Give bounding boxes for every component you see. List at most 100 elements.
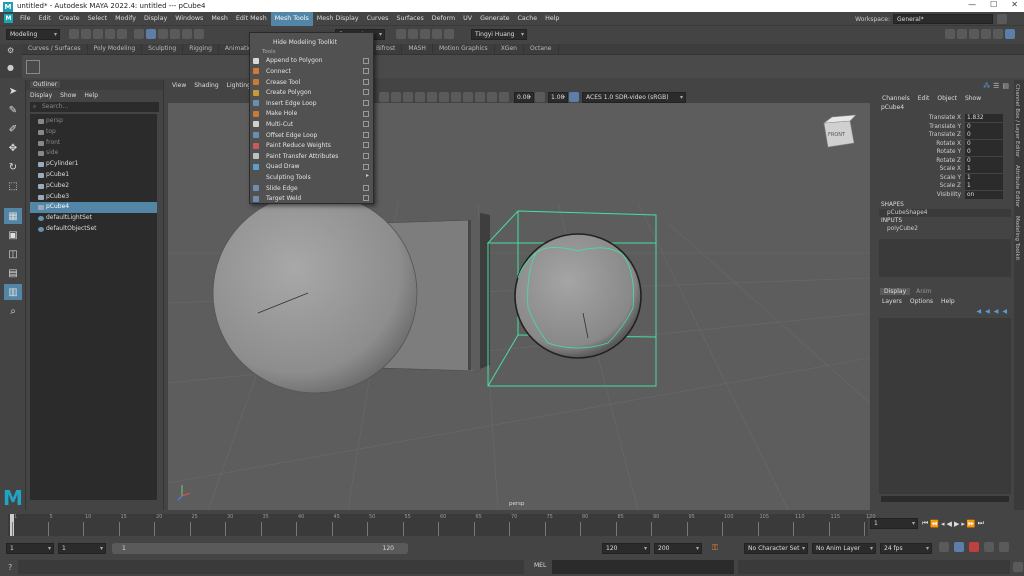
user-account-select[interactable]: Tingyi Huang [471,28,527,40]
cb-layer-icon[interactable]: ▤ [1002,82,1009,90]
scale-tool-icon[interactable]: ⬚ [4,178,22,194]
cb-attr-value[interactable]: 1 [965,165,1003,174]
sound-icon[interactable] [954,542,964,552]
menu-item-slide-edge[interactable]: Slide Edge [250,183,373,194]
play-forward-icon[interactable]: ▶ [954,520,959,528]
menu-help[interactable]: Help [541,12,563,26]
layout-single-icon[interactable]: ▦ [4,208,22,224]
outliner-item[interactable]: defaultObjectSet [30,224,157,235]
anim-prefs-icon[interactable] [984,542,994,552]
menu-item-append-to-polygon[interactable]: Append to Polygon [250,56,373,67]
cb-attr-name[interactable]: Rotate Z [877,158,965,164]
help-icon[interactable]: ? [8,563,12,572]
layer-new-empty-icon[interactable]: ◀ [977,308,982,315]
step-forward-frame-icon[interactable]: ▸ [961,520,965,528]
menu-item-connect[interactable]: Connect [250,66,373,77]
tab-display[interactable]: Display [880,287,911,295]
layer-move-up-icon[interactable]: ◀ [994,308,999,315]
cb-attr-name[interactable]: Rotate Y [877,149,965,155]
cb-attr-name[interactable]: Visibility [877,192,965,198]
menu-item-crease-tool[interactable]: Crease Tool [250,77,373,88]
option-box[interactable] [363,142,369,149]
viewport-menu-shading[interactable]: Shading [190,80,222,92]
cb-attr-value[interactable]: 0 [965,139,1003,148]
outliner-search-input[interactable]: ⌕ Search... [30,102,159,112]
layer-scrollbar[interactable] [881,496,1009,502]
menu-mesh-tools[interactable]: Mesh Tools [270,11,313,26]
cb-channel-icon[interactable]: ☰ [993,82,999,90]
option-box[interactable] [363,57,369,64]
go-to-start-icon[interactable]: ⏮ [922,519,928,528]
step-forward-key-icon[interactable]: ⏩ [967,520,976,528]
select-tool-icon[interactable]: ➤ [4,83,22,99]
outliner-menu-display[interactable]: Display [30,92,52,99]
gamma-field[interactable]: 1.00 [548,91,568,103]
tab-anim[interactable]: Anim [912,288,935,295]
move-tool-icon[interactable]: ✥ [4,140,22,156]
menu-edit-mesh[interactable]: Edit Mesh [232,12,271,26]
large-sphere[interactable] [212,192,418,394]
snap-point-icon[interactable] [194,29,204,39]
render-settings-icon[interactable] [420,29,430,39]
option-box[interactable] [363,99,369,106]
rotate-tool-icon[interactable]: ↻ [4,159,22,175]
menu-item-sculpting-tools[interactable]: Sculpting Tools ▸ [250,172,373,183]
shelf-menu-icon[interactable]: ● [0,55,22,72]
vp-wireframe-icon[interactable] [391,92,401,102]
render-icon[interactable] [396,29,406,39]
menu-item-insert-edge-loop[interactable]: Insert Edge Loop [250,98,373,109]
vp-textures-icon[interactable] [415,92,425,102]
select-component-icon[interactable] [158,29,168,39]
menu-item-create-polygon[interactable]: Create Polygon [250,87,373,98]
vp-ao-icon[interactable] [451,92,461,102]
exposure-field[interactable]: 0.00 [514,91,534,103]
option-box[interactable] [363,78,369,85]
vp-shadows-icon[interactable] [439,92,449,102]
outliner-menu-show[interactable]: Show [60,92,76,99]
menu-file[interactable]: File [16,12,35,26]
play-back-icon[interactable]: ◀ [947,520,952,528]
vp-grid-icon[interactable] [475,92,485,102]
current-frame-field[interactable]: 1 [870,518,918,529]
cb-attr-value[interactable]: 0 [965,131,1003,140]
layout-outliner-icon[interactable]: ▥ [4,284,22,300]
shelf-tab-mash[interactable]: MASH [402,44,433,54]
option-box[interactable] [363,121,369,128]
anim-settings-icon[interactable] [999,542,1009,552]
option-box[interactable] [363,184,369,191]
pause-icon[interactable] [444,29,454,39]
panel-toggle-1-icon[interactable] [945,29,955,39]
panel-toggle-4-icon[interactable] [981,29,991,39]
outliner-item[interactable]: pCube1 [30,170,157,181]
playback-end-field[interactable]: 120 [602,543,650,554]
side-tab-channel-box-layer-editor[interactable]: Channel Box / Layer Editor [1014,80,1020,161]
vp-gamma-icon[interactable] [535,92,545,102]
side-tab-attribute-editor[interactable]: Attribute Editor [1014,161,1020,211]
layer-menu-layers[interactable]: Layers [882,298,902,305]
cb-attribute-icon[interactable]: ⁂ [983,82,990,90]
maximize-button[interactable]: ☐ [990,0,997,9]
option-box[interactable] [363,163,369,170]
vp-xray-icon[interactable] [487,92,497,102]
select-object-icon[interactable] [146,29,156,39]
option-box[interactable] [363,110,369,117]
shelf-tab-xgen[interactable]: XGen [495,44,524,54]
cb-attr-name[interactable]: Rotate X [877,141,965,147]
shelf-settings-icon[interactable]: ⚙ [0,44,22,55]
cb-attr-name[interactable]: Translate Y [877,124,965,130]
menu-item-offset-edge-loop[interactable]: Offset Edge Loop [250,130,373,141]
layout-side-icon[interactable]: ▤ [4,265,22,281]
snap-curve-icon[interactable] [182,29,192,39]
script-editor-icon[interactable] [1013,562,1023,572]
cb-menu-channels[interactable]: Channels [882,95,910,102]
shelf-tab-bifrost[interactable]: Bifrost [370,44,403,54]
outliner-item[interactable]: pCube2 [30,181,157,192]
colorspace-select[interactable]: ACES 1.0 SDR-video (sRGB) [582,91,686,103]
cb-attr-name[interactable]: Translate Z [877,132,965,138]
workspace-lock-icon[interactable] [997,14,1007,24]
close-button[interactable]: ✕ [1011,0,1018,9]
shelf-tab-rigging[interactable]: Rigging [183,44,219,54]
shelf-tab-octane[interactable]: Octane [524,44,559,54]
ipr-render-icon[interactable] [408,29,418,39]
auto-key-icon[interactable]: ⚿ [712,543,718,553]
